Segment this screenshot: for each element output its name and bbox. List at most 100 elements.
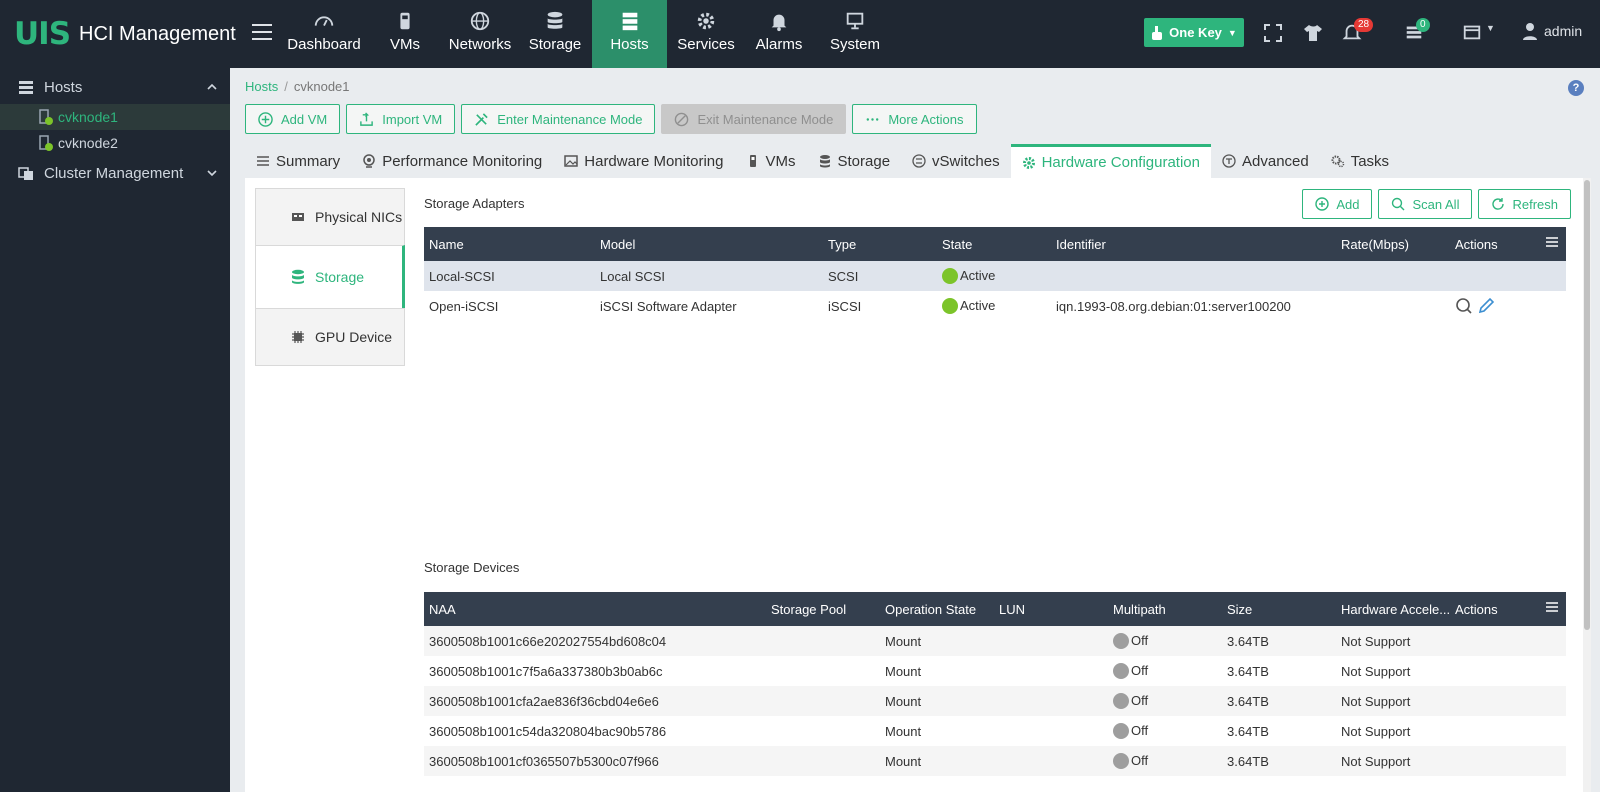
sidebar-cluster-management[interactable]: Cluster Management — [0, 156, 230, 190]
subnav-storage[interactable]: Storage — [255, 245, 405, 309]
cell-type: iSCSI — [828, 298, 862, 314]
more-dots-icon — [866, 117, 879, 121]
menu-toggle-icon[interactable] — [252, 24, 272, 42]
add-vm-button[interactable]: Add VM — [245, 104, 341, 134]
state-label: Active — [960, 297, 996, 313]
alarm-notifications[interactable]: 28 — [1342, 18, 1374, 44]
more-actions-button[interactable]: More Actions — [852, 104, 977, 134]
column-menu-icon[interactable] — [1546, 236, 1558, 248]
breadcrumb: Hosts / cvknode1 — [245, 79, 350, 94]
add-adapter-button[interactable]: Add — [1302, 189, 1373, 219]
window-icon — [1463, 25, 1481, 40]
import-vm-button[interactable]: Import VM — [346, 104, 456, 134]
column-header-state[interactable]: State — [937, 237, 1051, 252]
tab-label: Hardware Monitoring — [584, 152, 724, 170]
nav-label: System — [829, 36, 880, 53]
main-content: Hosts / cvknode1 ? Add VM Import VM Enter … — [230, 68, 1600, 792]
refresh-icon — [1492, 198, 1505, 210]
table-row[interactable]: Open-iSCSI iSCSI Software Adapter iSCSI … — [424, 291, 1566, 321]
scan-all-button[interactable]: Scan All — [1378, 189, 1473, 219]
vm-icon — [400, 12, 410, 30]
user-menu[interactable]: admin — [1522, 22, 1582, 40]
nav-hosts[interactable]: Hosts — [592, 0, 667, 75]
table-row[interactable]: Local-SCSI Local SCSI SCSI Active — [424, 261, 1566, 291]
nav-vms[interactable]: VMs — [380, 0, 430, 68]
cell-identifier: iqn.1993-08.org.debian:01:server100200 — [1056, 298, 1291, 314]
vertical-scrollbar[interactable] — [1583, 178, 1591, 792]
gear-icon — [697, 12, 715, 30]
more-actions-label: More Actions — [888, 111, 964, 127]
window-menu[interactable]: ▼ — [1462, 22, 1502, 44]
table-row[interactable]: 3600508b1001cf0365507b5300c07f966 Mount … — [424, 746, 1566, 776]
search-icon — [1392, 197, 1405, 211]
alarm-count-badge: 28 — [1354, 18, 1374, 32]
column-header-hardware-acceleration[interactable]: Hardware Accele... — [1336, 602, 1450, 617]
nav-networks[interactable]: Networks — [444, 0, 516, 68]
sidebar-item-cvknode1[interactable]: cvknode1 — [0, 104, 230, 130]
column-header-name[interactable]: Name — [424, 237, 595, 252]
column-header-lun[interactable]: LUN — [994, 602, 1108, 617]
one-key-button[interactable]: One Key ▼ — [1144, 18, 1244, 47]
app-logo[interactable]: UIS HCI Management — [14, 16, 236, 52]
fullscreen-icon[interactable] — [1262, 22, 1284, 44]
add-vm-label: Add VM — [281, 111, 328, 127]
nav-storage[interactable]: Storage — [524, 0, 586, 68]
column-header-size[interactable]: Size — [1222, 602, 1336, 617]
cell-operation-state: Mount — [885, 753, 922, 769]
search-icon[interactable] — [1455, 297, 1473, 315]
subnav-physical-nics[interactable]: Physical NICs — [255, 188, 405, 246]
username: admin — [1544, 23, 1583, 39]
shirt-icon[interactable] — [1302, 22, 1324, 44]
column-menu-icon[interactable] — [1546, 601, 1558, 613]
table-row[interactable]: 3600508b1001cfa2ae836f36cbd04e6e6 Mount … — [424, 686, 1566, 716]
sidebar-hosts-group[interactable]: Hosts — [0, 70, 230, 104]
plus-circle-icon — [1315, 197, 1330, 211]
chip-icon — [292, 331, 304, 343]
breadcrumb-current: cvknode1 — [293, 79, 350, 94]
column-header-multipath[interactable]: Multipath — [1108, 602, 1222, 617]
task-notifications[interactable]: 0 — [1404, 18, 1430, 44]
adapter-buttons: Add Scan All Refresh — [1302, 189, 1571, 219]
nav-services[interactable]: Services — [672, 0, 740, 68]
column-header-rate[interactable]: Rate(Mbps) — [1336, 237, 1450, 252]
top-navigation-bar: UIS HCI Management Dashboard VMs Network… — [0, 0, 1600, 75]
cell-model: iSCSI Software Adapter — [600, 298, 737, 314]
tab-storage[interactable]: Storage — [807, 144, 902, 178]
column-header-naa[interactable]: NAA — [424, 602, 766, 617]
column-header-type[interactable]: Type — [823, 237, 937, 252]
tab-vswitches[interactable]: vSwitches — [901, 144, 1011, 178]
cell-state: Active — [937, 268, 1051, 285]
cell-multipath: Off — [1108, 663, 1222, 680]
cell-operation-state: Mount — [885, 663, 922, 679]
exit-maintenance-button[interactable]: Exit Maintenance Mode — [661, 104, 847, 134]
table-row[interactable]: 3600508b1001c7f5a6a337380b3b0ab6c Mount … — [424, 656, 1566, 686]
nav-alarms[interactable]: Alarms — [750, 0, 808, 68]
tab-vms[interactable]: VMs — [735, 144, 807, 178]
subnav-label: GPU Device — [315, 329, 393, 345]
server-icon — [19, 81, 33, 94]
breadcrumb-hosts-link[interactable]: Hosts — [245, 79, 278, 94]
refresh-button[interactable]: Refresh — [1478, 189, 1571, 219]
tab-performance-monitoring[interactable]: Performance Monitoring — [351, 144, 553, 178]
column-header-identifier[interactable]: Identifier — [1051, 237, 1336, 252]
sidebar-item-cvknode2[interactable]: cvknode2 — [0, 130, 230, 156]
tab-tasks[interactable]: Tasks — [1320, 144, 1400, 178]
tab-hardware-monitoring[interactable]: Hardware Monitoring — [553, 144, 734, 178]
edit-pencil-icon[interactable] — [1477, 297, 1495, 315]
column-header-model[interactable]: Model — [595, 237, 823, 252]
enter-maintenance-button[interactable]: Enter Maintenance Mode — [461, 104, 656, 134]
subnav-gpu-device[interactable]: GPU Device — [255, 308, 405, 366]
nav-system[interactable]: System — [826, 0, 884, 68]
nav-label: Hosts — [610, 36, 649, 53]
tab-summary[interactable]: Summary — [245, 144, 351, 178]
table-row[interactable]: 3600508b1001c54da320804bac90b5786 Mount … — [424, 716, 1566, 746]
column-header-operation-state[interactable]: Operation State — [880, 602, 994, 617]
sidebar-item-label: cvknode1 — [58, 109, 118, 125]
tab-hardware-configuration[interactable]: Hardware Configuration — [1010, 144, 1211, 178]
tab-advanced[interactable]: Advanced — [1211, 144, 1320, 178]
table-row[interactable]: 3600508b1001c66e202027554bd608c04 Mount … — [424, 626, 1566, 656]
nav-dashboard[interactable]: Dashboard — [282, 0, 366, 68]
column-header-storage-pool[interactable]: Storage Pool — [766, 602, 880, 617]
help-icon[interactable]: ? — [1568, 80, 1584, 96]
cell-size: 3.64TB — [1227, 723, 1269, 739]
